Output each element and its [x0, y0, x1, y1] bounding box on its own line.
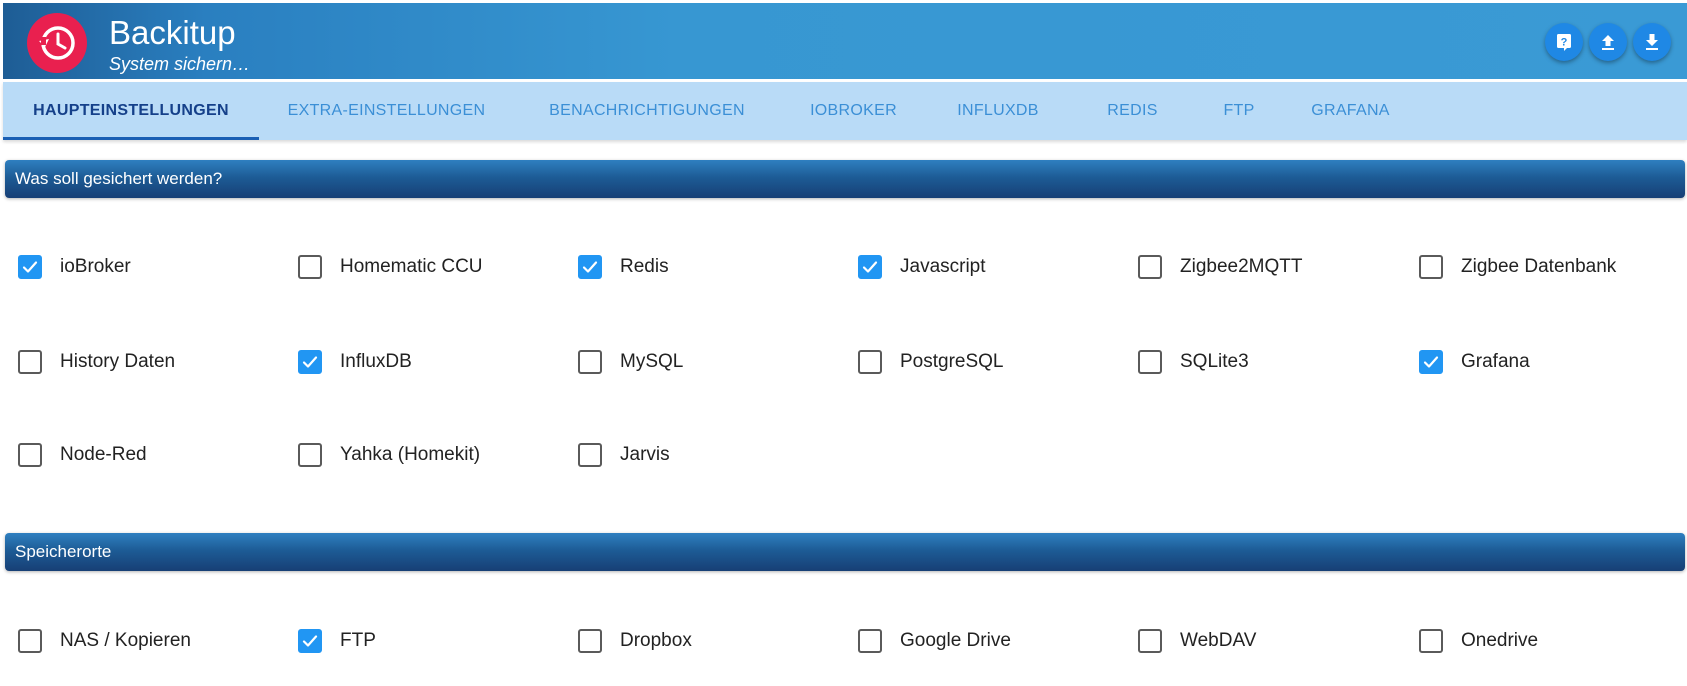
app-header: Backitup System sichern… ?	[3, 3, 1687, 79]
checkbox-unchecked-icon[interactable]	[858, 350, 882, 374]
tab-grafana[interactable]: GRAFANA	[1282, 82, 1419, 140]
tab-benachrichtigungen[interactable]: BENACHRICHTIGUNGEN	[514, 82, 780, 140]
checkbox-label: WebDAV	[1180, 630, 1257, 651]
backup-clock-icon	[27, 13, 87, 73]
app-window: Backitup System sichern… ? HAUPTEINSTELL…	[0, 0, 1687, 686]
title-block: Backitup System sichern…	[109, 15, 250, 75]
checkbox-unchecked-icon[interactable]	[18, 629, 42, 653]
tab-redis[interactable]: REDIS	[1069, 82, 1196, 140]
storage-checkbox-google-drive[interactable]: Google Drive	[858, 629, 1011, 653]
backup-checkbox-history-daten[interactable]: History Daten	[18, 350, 175, 374]
download-button[interactable]	[1633, 23, 1671, 61]
checkbox-label: SQLite3	[1180, 351, 1249, 372]
checkbox-label: MySQL	[620, 351, 684, 372]
checkbox-label: Redis	[620, 256, 669, 277]
checkbox-unchecked-icon[interactable]	[1138, 350, 1162, 374]
backup-checkbox-redis[interactable]: Redis	[578, 255, 669, 279]
checkbox-unchecked-icon[interactable]	[858, 629, 882, 653]
storage-checkbox-webdav[interactable]: WebDAV	[1138, 629, 1256, 653]
storage-checkbox-dropbox[interactable]: Dropbox	[578, 629, 692, 653]
help-icon: ?	[1557, 34, 1571, 51]
checkbox-label: ioBroker	[60, 256, 131, 277]
help-button[interactable]: ?	[1545, 23, 1583, 61]
checkbox-label: InfluxDB	[340, 351, 412, 372]
backup-checkbox-sqlite3[interactable]: SQLite3	[1138, 350, 1249, 374]
checkbox-unchecked-icon[interactable]	[1419, 629, 1443, 653]
storage-checkbox-ftp[interactable]: FTP	[298, 629, 376, 653]
checkbox-unchecked-icon[interactable]	[18, 443, 42, 467]
checkbox-label: NAS / Kopieren	[60, 630, 191, 651]
backup-checkbox-postgresql[interactable]: PostgreSQL	[858, 350, 1004, 374]
tab-influxdb[interactable]: INFLUXDB	[927, 82, 1069, 140]
checkbox-label: Grafana	[1461, 351, 1530, 372]
backup-checkbox-grafana[interactable]: Grafana	[1419, 350, 1530, 374]
backup-checkbox-zigbee-datenbank[interactable]: Zigbee Datenbank	[1419, 255, 1616, 279]
backup-checkbox-yahka-homekit[interactable]: Yahka (Homekit)	[298, 443, 480, 467]
download-icon	[1646, 34, 1658, 50]
checkbox-label: FTP	[340, 630, 376, 651]
checkbox-label: Jarvis	[620, 444, 670, 465]
checkbox-label: Dropbox	[620, 630, 692, 651]
checkbox-label: Homematic CCU	[340, 256, 483, 277]
checkbox-label: Javascript	[900, 256, 986, 277]
checkbox-label: Zigbee Datenbank	[1461, 256, 1617, 277]
checkbox-label: History Daten	[60, 351, 176, 372]
checkbox-checked-icon[interactable]	[298, 629, 322, 653]
tab-iobroker[interactable]: IOBROKER	[780, 82, 927, 140]
checkbox-label: Google Drive	[900, 630, 1011, 651]
checkbox-unchecked-icon[interactable]	[18, 350, 42, 374]
checkbox-label: Zigbee2MQTT	[1180, 256, 1303, 277]
backup-checkbox-mysql[interactable]: MySQL	[578, 350, 683, 374]
app-subtitle: System sichern…	[109, 54, 251, 74]
backup-checkbox-jarvis[interactable]: Jarvis	[578, 443, 670, 467]
checkbox-unchecked-icon[interactable]	[578, 629, 602, 653]
checkbox-checked-icon[interactable]	[578, 255, 602, 279]
app-title: Backitup	[109, 14, 236, 51]
checkbox-checked-icon[interactable]	[858, 255, 882, 279]
checkbox-unchecked-icon[interactable]	[578, 443, 602, 467]
tab-extra-einstellungen[interactable]: EXTRA-EINSTELLUNGEN	[259, 82, 514, 140]
storage-checkbox-onedrive[interactable]: Onedrive	[1419, 629, 1538, 653]
backup-checkbox-homematic-ccu[interactable]: Homematic CCU	[298, 255, 483, 279]
checkbox-label: Node-Red	[60, 444, 147, 465]
storage-checkbox-nas-kopieren[interactable]: NAS / Kopieren	[18, 629, 191, 653]
section-header-storage: Speicherorte	[5, 533, 1685, 571]
checkbox-unchecked-icon[interactable]	[1138, 255, 1162, 279]
checkbox-unchecked-icon[interactable]	[1138, 629, 1162, 653]
upload-icon	[1602, 35, 1614, 50]
checkbox-label: PostgreSQL	[900, 351, 1004, 372]
backup-checkbox-javascript[interactable]: Javascript	[858, 255, 986, 279]
tab-ftp[interactable]: FTP	[1196, 82, 1282, 140]
upload-button[interactable]	[1589, 23, 1627, 61]
backup-checkbox-influxdb[interactable]: InfluxDB	[298, 350, 412, 374]
checkbox-label: Onedrive	[1461, 630, 1539, 651]
header-actions: ?	[1545, 23, 1671, 61]
checkbox-checked-icon[interactable]	[18, 255, 42, 279]
svg-text:?: ?	[1561, 37, 1568, 49]
settings-tabs: HAUPTEINSTELLUNGEN EXTRA-EINSTELLUNGEN B…	[3, 82, 1687, 140]
backup-checkbox-zigbee2mqtt[interactable]: Zigbee2MQTT	[1138, 255, 1302, 279]
checkbox-checked-icon[interactable]	[1419, 350, 1443, 374]
checkbox-unchecked-icon[interactable]	[1419, 255, 1443, 279]
checkbox-unchecked-icon[interactable]	[298, 255, 322, 279]
tab-haupteinstellungen[interactable]: HAUPTEINSTELLUNGEN	[3, 82, 259, 140]
backup-checkbox-node-red[interactable]: Node-Red	[18, 443, 147, 467]
checkbox-checked-icon[interactable]	[298, 350, 322, 374]
backup-checkbox-iobroker[interactable]: ioBroker	[18, 255, 131, 279]
section-header-backup: Was soll gesichert werden?	[5, 160, 1685, 198]
checkbox-unchecked-icon[interactable]	[298, 443, 322, 467]
checkbox-unchecked-icon[interactable]	[578, 350, 602, 374]
checkbox-label: Yahka (Homekit)	[340, 444, 481, 465]
